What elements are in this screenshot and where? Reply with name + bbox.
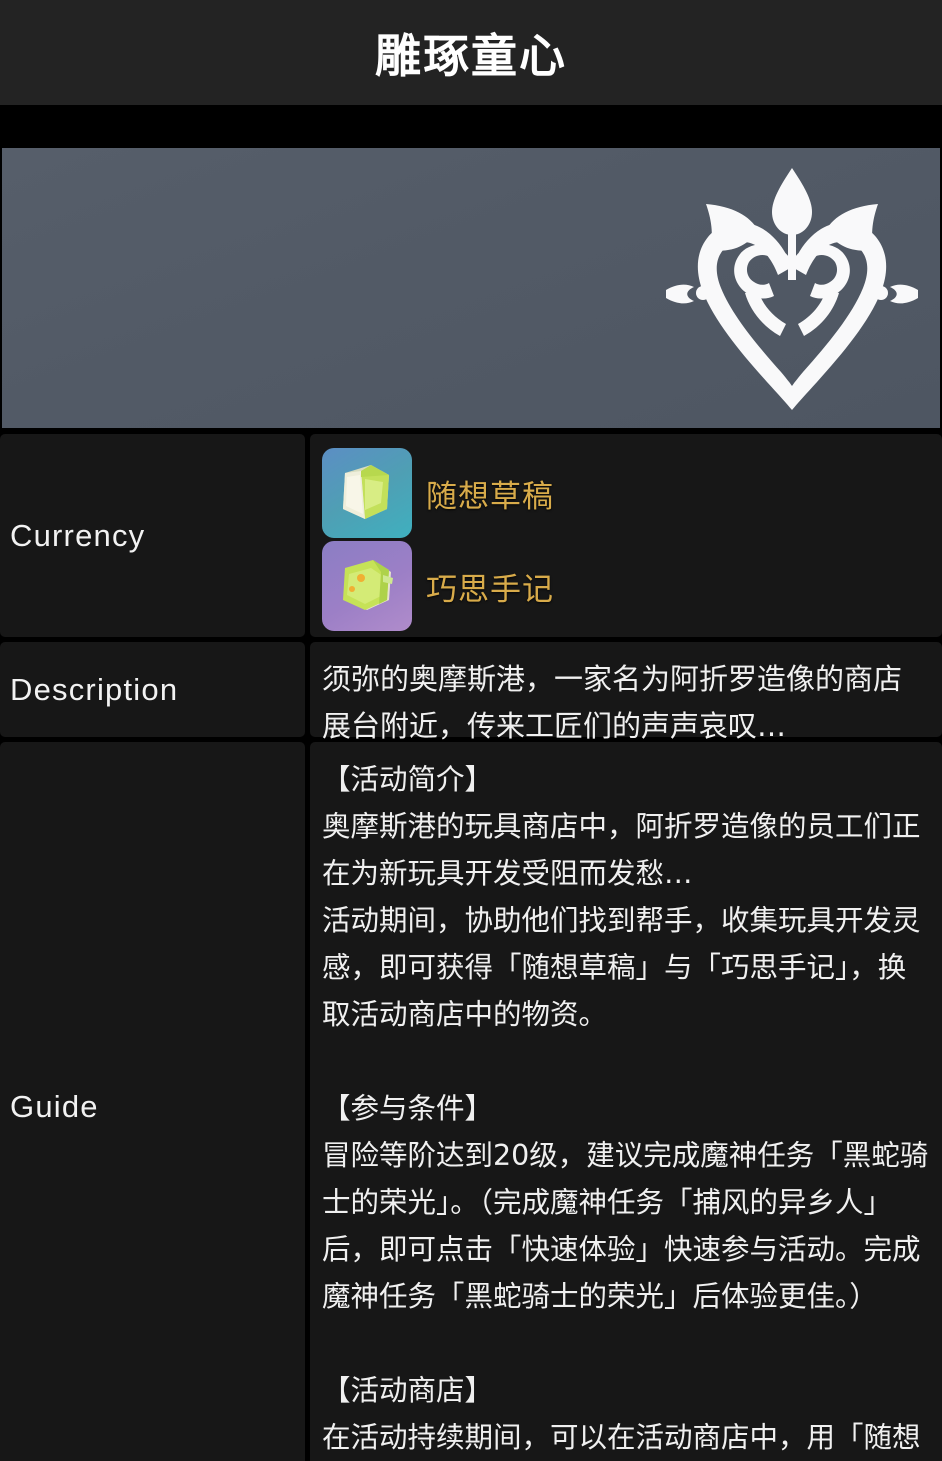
description-text: 须弥的奥摩斯港，一家名为阿折罗造像的商店展台附近，传来工匠们的声声哀叹… [322,662,903,743]
currency-name: 随想草稿 [426,478,554,515]
row-label-text: Guide [10,1089,99,1124]
currency-list: 随想草稿 巧思手记 [322,448,930,631]
list-item[interactable]: 随想草稿 [322,448,930,538]
row-label-text: Description [10,671,179,707]
sumeru-heart-emblem-icon [666,168,918,410]
header-divider-band [0,105,942,148]
row-label-description: Description [0,642,305,737]
page-header: 雕琢童心 [0,0,942,105]
currency-name: 巧思手记 [426,571,554,608]
description-cell: 须弥的奥摩斯港，一家名为阿折罗造像的商店展台附近，传来工匠们的声声哀叹… [310,642,942,743]
table-row: Currency 随想草稿 巧思手记 [0,434,942,637]
notebook-icon [322,541,412,631]
row-label-currency: Currency [0,434,305,637]
event-banner [2,148,940,428]
event-detail-page: 雕琢童心 Currency 随想草稿 巧思手记 Description 须弥的奥… [0,0,942,1461]
guide-cell: 【活动简介】 奥摩斯港的玩具商店中，阿折罗造像的员工们正在为新玩具开发受阻而发愁… [310,742,942,1461]
table-row: Guide 【活动简介】 奥摩斯港的玩具商店中，阿折罗造像的员工们正在为新玩具开… [0,742,942,1461]
table-row: Description 须弥的奥摩斯港，一家名为阿折罗造像的商店展台附近，传来工… [0,642,942,743]
event-info-table: Currency 随想草稿 巧思手记 Description 须弥的奥摩斯港，一… [0,434,942,1461]
list-item[interactable]: 巧思手记 [322,541,930,631]
row-label-guide: Guide [0,742,305,1461]
guide-text: 【活动简介】 奥摩斯港的玩具商店中，阿折罗造像的员工们正在为新玩具开发受阻而发愁… [322,763,929,1454]
draft-book-icon [322,448,412,538]
row-label-text: Currency [10,517,146,553]
currency-cell: 随想草稿 巧思手记 [310,434,942,637]
page-title: 雕琢童心 [375,28,567,83]
